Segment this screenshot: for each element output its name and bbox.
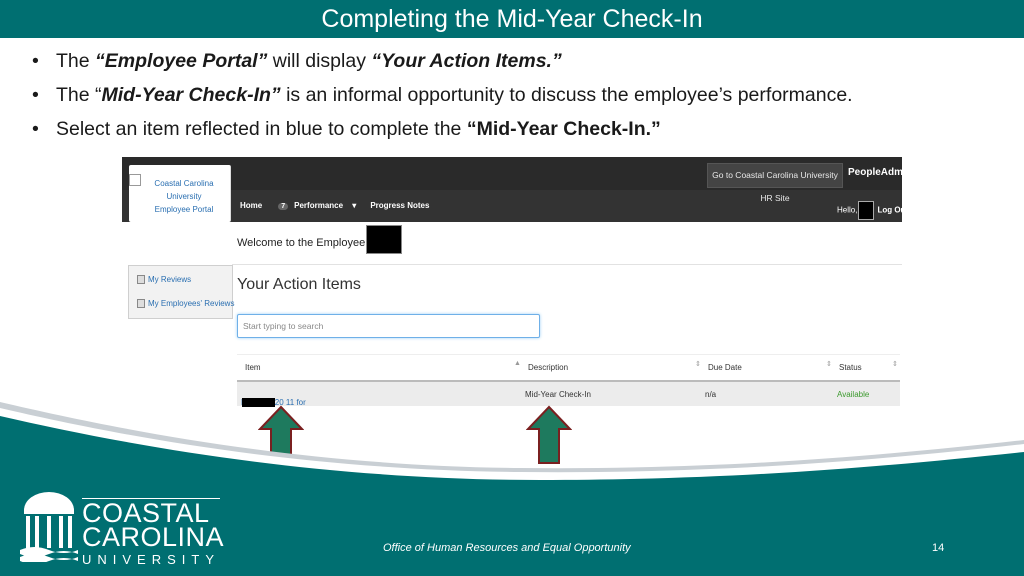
portal-nav: Home 7 Performance ▾ Progress Notes <box>240 201 436 213</box>
hr-site-button[interactable]: Go to Coastal Carolina University HR Sit… <box>707 163 843 203</box>
document-icon <box>137 299 145 309</box>
welcome-text: Welcome to the Employee Portal, <box>237 225 402 254</box>
bullet-item: The “Mid-Year Check-In” is an informal o… <box>30 82 1010 116</box>
bullet-list: The “Employee Portal” will display “Your… <box>30 48 1010 150</box>
search-input[interactable]: Start typing to search <box>237 314 540 338</box>
col-status[interactable]: Status <box>839 363 862 372</box>
bullet-item: The “Employee Portal” will display “Your… <box>30 48 1010 82</box>
col-description[interactable]: Description <box>528 363 568 372</box>
sort-icon[interactable]: ⇕ <box>826 360 832 368</box>
redacted-name <box>366 225 402 254</box>
university-wordmark: COASTAL CAROLINA UNIVERSITY <box>82 498 225 567</box>
action-items-title: Your Action Items <box>237 276 361 293</box>
footer-office: Office of Human Resources and Equal Oppo… <box>383 542 631 554</box>
redacted-name <box>858 201 875 220</box>
university-logo-icon <box>20 492 78 562</box>
peopleadmin-brand: PeopleAdmin <box>848 167 902 178</box>
sidebar-item-my-reviews[interactable]: My Reviews <box>137 275 191 285</box>
divider <box>232 264 902 265</box>
portal-screenshot: Coastal Carolina University Employee Por… <box>122 157 902 427</box>
portal-sidebar: My Reviews My Employees' Reviews <box>128 265 234 319</box>
sort-icon[interactable]: ▲ <box>514 360 521 367</box>
logout-link[interactable]: Log Out <box>877 206 902 215</box>
home-badge: 7 <box>278 203 289 210</box>
portal-logo-text: Coastal Carolina University Employee Por… <box>154 179 214 214</box>
nav-home[interactable]: Home <box>240 201 269 210</box>
nav-progress-notes[interactable]: Progress Notes <box>370 201 429 210</box>
document-icon <box>137 275 145 285</box>
nav-performance[interactable]: Performance ▾ <box>294 201 363 210</box>
bullet-item: Select an item reflected in blue to comp… <box>30 116 1010 150</box>
hello-user: Hello,Log Out <box>837 201 902 220</box>
portal-logo-panel[interactable]: Coastal Carolina University Employee Por… <box>129 165 231 222</box>
table-header: Item ▲ Description ⇕ Due Date ⇕ Status ⇕ <box>237 354 900 382</box>
col-item[interactable]: Item <box>245 363 261 372</box>
slide-title: Completing the Mid-Year Check-In <box>0 0 1024 38</box>
sort-icon[interactable]: ⇕ <box>695 360 701 368</box>
caret-down-icon: ▾ <box>352 201 357 210</box>
sidebar-item-my-employees-reviews[interactable]: My Employees' Reviews <box>137 299 234 309</box>
page-number: 14 <box>932 542 945 554</box>
sort-icon[interactable]: ⇕ <box>892 360 898 368</box>
col-due-date[interactable]: Due Date <box>708 363 742 372</box>
